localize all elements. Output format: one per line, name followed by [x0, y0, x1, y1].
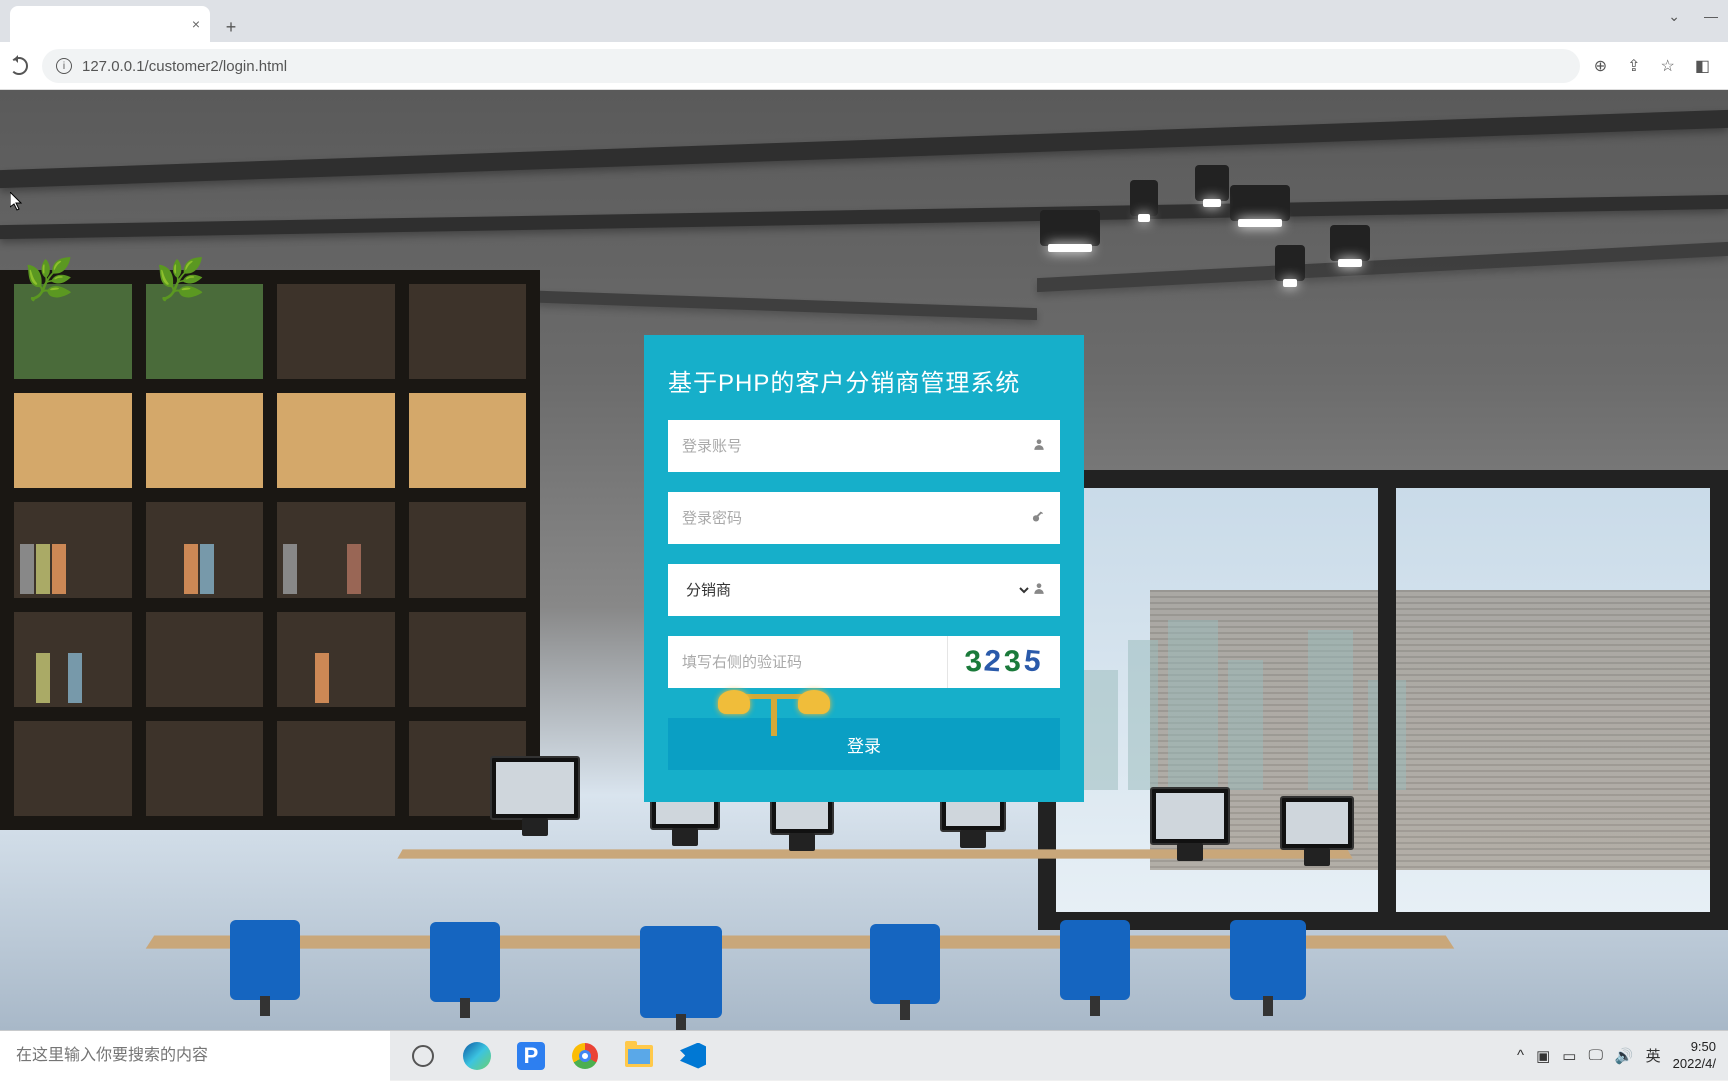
file-explorer-icon[interactable]	[612, 1031, 666, 1081]
cortana-icon[interactable]	[396, 1031, 450, 1081]
share-icon[interactable]: ⇪	[1627, 56, 1640, 76]
user-icon	[1032, 581, 1046, 599]
tab-bar: × + ⌄ —	[0, 0, 1728, 42]
zoom-icon[interactable]: ⊕	[1594, 56, 1607, 76]
chevron-up-icon[interactable]: ^	[1517, 1047, 1524, 1064]
taskbar-clock[interactable]: 9:50 2022/4/	[1673, 1039, 1716, 1073]
login-title: 基于PHP的客户分销商管理系统	[668, 363, 1060, 398]
system-tray: ^ ▣ ▭ 🖵 🔊 英 9:50 2022/4/	[1517, 1039, 1728, 1073]
tray-app-icon[interactable]: ▣	[1536, 1047, 1550, 1065]
taskbar-search-input[interactable]	[0, 1031, 390, 1081]
address-bar: i 127.0.0.1/customer2/login.html ⊕ ⇪ ☆ ◧	[0, 42, 1728, 90]
edge-icon[interactable]	[450, 1031, 504, 1081]
clock-date: 2022/4/	[1673, 1056, 1716, 1073]
key-icon	[1031, 509, 1046, 528]
captcha-row: 3 2 3 5	[668, 636, 1060, 688]
windows-taskbar: P ^ ▣ ▭ 🖵 🔊 英 9:50 2022/4/	[0, 1030, 1728, 1080]
url-box[interactable]: i 127.0.0.1/customer2/login.html	[42, 49, 1580, 83]
site-info-icon[interactable]: i	[56, 58, 72, 74]
dropdown-icon[interactable]: ⌄	[1668, 8, 1680, 25]
captcha-digit: 2	[983, 644, 1005, 679]
captcha-field[interactable]	[668, 636, 948, 688]
taskbar-apps: P	[396, 1031, 720, 1081]
window-controls: ⌄ —	[1668, 8, 1718, 25]
login-card: 基于PHP的客户分销商管理系统 分销商	[644, 335, 1084, 802]
login-button[interactable]: 登录	[668, 718, 1060, 770]
chrome-icon[interactable]	[558, 1031, 612, 1081]
clock-time: 9:50	[1673, 1039, 1716, 1056]
captcha-image[interactable]: 3 2 3 5	[948, 636, 1060, 688]
ime-indicator[interactable]: 英	[1646, 1045, 1661, 1066]
address-actions: ⊕ ⇪ ☆ ◧	[1594, 56, 1718, 76]
captcha-digit: 3	[1003, 645, 1024, 680]
panel-icon[interactable]: ◧	[1695, 56, 1710, 76]
bookmark-icon[interactable]: ☆	[1661, 56, 1675, 76]
password-input[interactable]	[682, 510, 1031, 527]
new-tab-button[interactable]: +	[216, 12, 246, 42]
username-input[interactable]	[682, 438, 1032, 455]
reload-icon[interactable]	[10, 57, 28, 75]
password-field[interactable]	[668, 492, 1060, 544]
captcha-input[interactable]	[682, 654, 933, 671]
browser-tab[interactable]: ×	[10, 6, 210, 42]
user-icon	[1032, 437, 1046, 455]
volume-icon[interactable]: 🔊	[1615, 1047, 1634, 1065]
close-tab-icon[interactable]: ×	[192, 16, 200, 32]
captcha-digit: 5	[1022, 644, 1045, 680]
role-field[interactable]: 分销商	[668, 564, 1060, 616]
page-content: 🌿🌿 基于PHP的客户分销商管理系统	[0, 90, 1728, 1030]
minimize-icon[interactable]: —	[1704, 8, 1718, 25]
p-app-icon[interactable]: P	[504, 1031, 558, 1081]
url-text: 127.0.0.1/customer2/login.html	[82, 58, 287, 75]
username-field[interactable]	[668, 420, 1060, 472]
mouse-cursor	[10, 192, 24, 212]
role-select[interactable]: 分销商	[682, 581, 1032, 600]
battery-icon[interactable]: ▭	[1562, 1047, 1576, 1065]
network-icon[interactable]: 🖵	[1588, 1047, 1602, 1064]
vscode-icon[interactable]	[666, 1031, 720, 1081]
browser-chrome: × + ⌄ — i 127.0.0.1/customer2/login.html…	[0, 0, 1728, 90]
